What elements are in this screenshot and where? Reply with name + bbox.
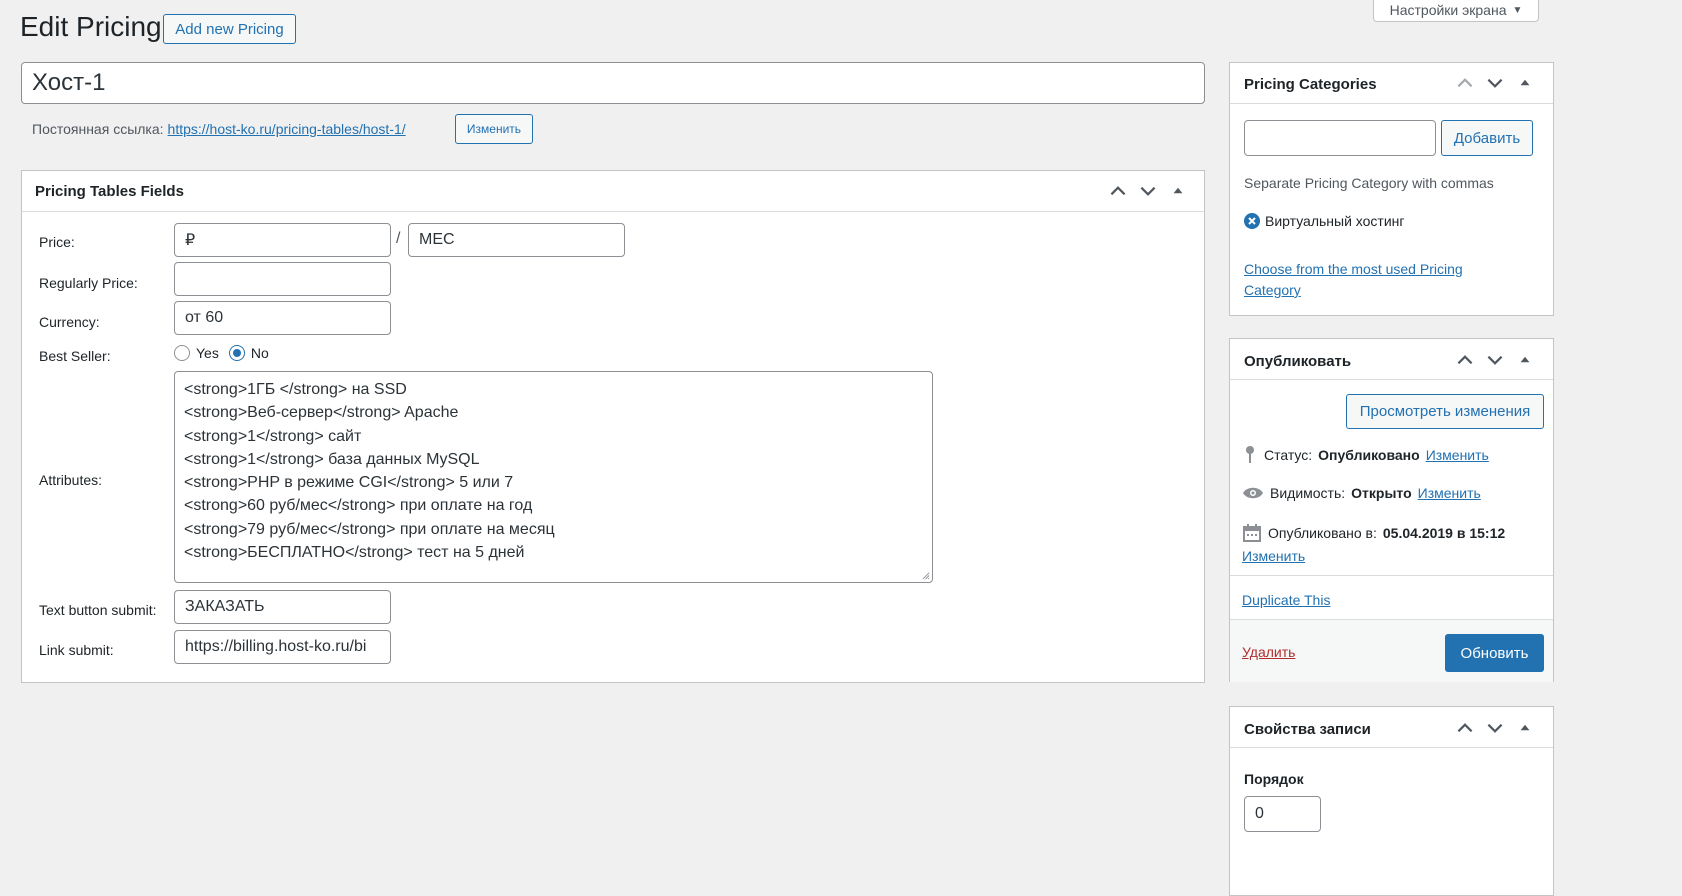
price-separator: / (396, 230, 401, 247)
link-submit-input[interactable]: https://billing.host-ko.ru/bi (174, 630, 391, 664)
published-value: 05.04.2019 в 15:12 (1382, 525, 1506, 541)
eye-icon (1243, 487, 1263, 499)
most-used-categories-link[interactable]: Choose from the most used Pricing Catego… (1244, 259, 1504, 301)
pricing-categories-title: Pricing Categories (1244, 76, 1377, 93)
chevron-up-icon[interactable] (1454, 72, 1476, 94)
page-attributes-box: Свойства записи Порядок 0 (1229, 706, 1554, 896)
best-seller-no-radio[interactable] (228, 345, 245, 361)
best-seller-yes-radio[interactable] (174, 345, 190, 361)
published-date-row: Опубликовано в: 05.04.2019 в 15:12 (1242, 523, 1505, 543)
screen-options-label: Настройки экрана (1389, 2, 1507, 18)
attributes-label: Attributes: (39, 472, 103, 488)
link-submit-label: Link submit: (39, 642, 114, 658)
text-button-input[interactable]: ЗАКАЗАТЬ (174, 590, 391, 624)
post-title-input[interactable]: Хост-1 (21, 62, 1205, 104)
toggle-panel-icon[interactable] (1514, 72, 1536, 94)
status-label: Статус: (1264, 447, 1313, 463)
attributes-line: <strong>1ГБ </strong> на SSD (184, 381, 407, 398)
regular-price-label: Regularly Price: (39, 275, 138, 291)
permalink-edit-button[interactable]: Изменить (455, 114, 533, 144)
pricing-fields-box: Pricing Tables Fields Price: ₽ / МЕС Reg… (21, 170, 1205, 683)
attributes-line: <strong>60 руб/мес</strong> при оплате н… (184, 497, 533, 515)
caret-down-icon: ▼ (1512, 4, 1523, 16)
attributes-line: <strong>PHP в режиме CGI</strong> 5 или … (184, 474, 514, 492)
pricing-categories-box: Pricing Categories Добавить Separate Pri… (1229, 62, 1554, 316)
page-title: Edit Pricing (20, 11, 162, 42)
add-new-pricing-button[interactable]: Add new Pricing (163, 14, 296, 44)
visibility-value: Открыто (1351, 485, 1412, 501)
attributes-line: <strong>79 руб/мес</strong> при оплате н… (184, 520, 555, 538)
status-edit-link[interactable]: Изменить (1426, 447, 1489, 463)
visibility-edit-link[interactable]: Изменить (1418, 485, 1481, 501)
currency-value: от 60 (185, 309, 224, 326)
published-edit-link[interactable]: Изменить (1242, 548, 1305, 564)
chevron-down-icon[interactable] (1137, 180, 1159, 202)
post-title-value: Хост-1 (32, 69, 106, 96)
link-submit-value: https://billing.host-ko.ru/bi (185, 638, 367, 655)
chevron-up-icon[interactable] (1454, 349, 1476, 371)
category-add-input[interactable] (1244, 120, 1436, 156)
permalink-label: Постоянная ссылка: (32, 121, 164, 137)
attributes-textarea[interactable]: <strong>1ГБ </strong> на SSD <strong>Веб… (174, 371, 933, 583)
remove-tag-icon[interactable] (1244, 213, 1260, 229)
calendar-icon (1243, 524, 1261, 542)
chevron-down-icon[interactable] (1484, 349, 1506, 371)
publish-title: Опубликовать (1244, 353, 1352, 370)
duplicate-link[interactable]: Duplicate This (1242, 592, 1330, 608)
best-seller-yes-label: Yes (196, 345, 219, 361)
page-attributes-title: Свойства записи (1244, 721, 1371, 738)
best-seller-no-label: No (250, 345, 269, 361)
toggle-panel-icon[interactable] (1514, 349, 1536, 371)
toggle-panel-icon[interactable] (1514, 717, 1536, 739)
status-value: Опубликовано (1318, 447, 1420, 463)
pin-icon (1246, 446, 1254, 463)
price-value: ₽ (185, 232, 196, 249)
chevron-up-icon[interactable] (1454, 717, 1476, 739)
category-hint: Separate Pricing Category with commas (1244, 175, 1494, 191)
order-input[interactable]: 0 (1244, 796, 1321, 832)
permalink-link[interactable]: https://host-ko.ru/pricing-tables/host-1… (168, 121, 406, 137)
update-button[interactable]: Обновить (1445, 634, 1544, 672)
delete-link[interactable]: Удалить (1242, 644, 1295, 660)
best-seller-label: Best Seller: (39, 348, 111, 364)
screen-options-button[interactable]: Настройки экрана ▼ (1373, 0, 1539, 22)
price-input[interactable]: ₽ (174, 223, 391, 257)
order-label: Порядок (1244, 771, 1304, 787)
resize-handle-icon[interactable] (921, 571, 930, 580)
publish-box: Опубликовать Просмотреть изменения Стату… (1229, 338, 1554, 682)
visibility-row: Видимость: Открыто Изменить (1242, 485, 1481, 501)
currency-label: Currency: (39, 314, 100, 330)
chevron-up-icon[interactable] (1107, 180, 1129, 202)
attributes-line: <strong>Веб-сервер</strong> Apache (184, 404, 459, 422)
chevron-down-icon[interactable] (1484, 72, 1506, 94)
chevron-down-icon[interactable] (1484, 717, 1506, 739)
period-input[interactable]: МЕС (408, 223, 625, 257)
attributes-line: <strong>1</strong> база данных MySQL (184, 450, 480, 468)
published-label: Опубликовано в: (1268, 525, 1377, 541)
text-button-value: ЗАКАЗАТЬ (185, 598, 265, 615)
attributes-line: <strong>1</strong> сайт (184, 427, 362, 445)
toggle-panel-icon[interactable] (1167, 180, 1189, 202)
order-value: 0 (1255, 805, 1264, 822)
currency-input[interactable]: от 60 (174, 301, 391, 335)
preview-changes-button[interactable]: Просмотреть изменения (1346, 394, 1544, 429)
pricing-fields-title: Pricing Tables Fields (35, 183, 184, 200)
permalink-row: Постоянная ссылка: https://host-ko.ru/pr… (32, 114, 406, 144)
regular-price-input[interactable] (174, 262, 391, 296)
visibility-label: Видимость: (1270, 485, 1346, 501)
category-tag-label: Виртуальный хостинг (1265, 213, 1405, 229)
price-label: Price: (39, 234, 75, 250)
category-add-button[interactable]: Добавить (1441, 120, 1533, 156)
status-row: Статус: Опубликовано Изменить (1242, 445, 1489, 465)
attributes-line: <strong>БЕСПЛАТНО</strong> тест на 5 дне… (184, 544, 525, 562)
category-tag: Виртуальный хостинг (1244, 213, 1405, 229)
text-button-label: Text button submit: (39, 602, 157, 618)
period-value: МЕС (419, 231, 455, 248)
